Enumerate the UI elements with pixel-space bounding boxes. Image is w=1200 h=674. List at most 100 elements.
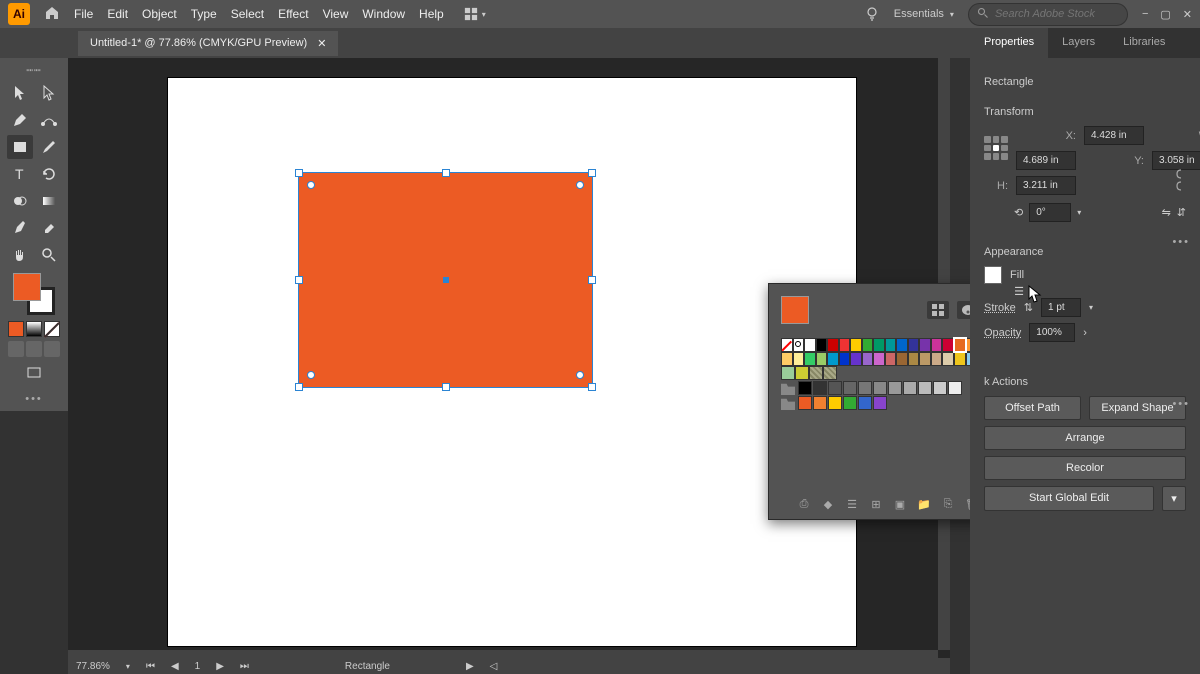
- menu-type[interactable]: Type: [191, 7, 217, 21]
- swatch[interactable]: [918, 381, 932, 395]
- swatch[interactable]: [843, 381, 857, 395]
- chevron-down-icon[interactable]: ▾: [126, 662, 130, 671]
- selection-handle[interactable]: [295, 276, 303, 284]
- last-artboard-icon[interactable]: ⏭: [240, 661, 249, 672]
- swatch[interactable]: [804, 338, 816, 352]
- swatch[interactable]: [816, 338, 828, 352]
- menu-select[interactable]: Select: [231, 7, 264, 21]
- swatch-pattern[interactable]: [823, 366, 837, 380]
- swatch[interactable]: [948, 381, 962, 395]
- curvature-tool[interactable]: [36, 108, 62, 132]
- swatch[interactable]: [828, 381, 842, 395]
- color-option[interactable]: [8, 321, 24, 337]
- draw-normal[interactable]: [8, 341, 24, 357]
- play-icon[interactable]: ▶: [466, 661, 474, 672]
- workspace-selector[interactable]: Essentials ▾: [894, 8, 954, 20]
- corner-widget[interactable]: [576, 181, 584, 189]
- zoom-level[interactable]: 77.86%: [76, 661, 110, 672]
- corner-widget[interactable]: [307, 181, 315, 189]
- shape-builder-tool[interactable]: [7, 189, 33, 213]
- menu-file[interactable]: File: [74, 7, 93, 21]
- swatch[interactable]: [813, 396, 827, 410]
- swatch[interactable]: [873, 396, 887, 410]
- more-options-icon[interactable]: •••: [1172, 398, 1190, 410]
- global-edit-menu-button[interactable]: ▾: [1162, 486, 1186, 511]
- arrange-docs-icon[interactable]: ▾: [464, 7, 486, 21]
- swatch[interactable]: [954, 338, 966, 352]
- selection-handle[interactable]: [295, 169, 303, 177]
- chevron-down-icon[interactable]: ▾: [1089, 303, 1093, 312]
- home-icon[interactable]: [44, 5, 60, 24]
- search-stock[interactable]: [968, 3, 1128, 26]
- swatch[interactable]: [828, 396, 842, 410]
- swatch[interactable]: [885, 338, 897, 352]
- swatch[interactable]: [931, 338, 943, 352]
- swatch[interactable]: [813, 381, 827, 395]
- reference-point[interactable]: [984, 136, 1008, 160]
- eyedropper-tool[interactable]: [7, 216, 33, 240]
- back-icon[interactable]: ◁: [490, 661, 498, 672]
- swatch[interactable]: [862, 338, 874, 352]
- opacity-field[interactable]: [1029, 323, 1075, 342]
- swatch[interactable]: [908, 352, 920, 366]
- folder-icon[interactable]: [781, 396, 795, 410]
- swatch[interactable]: [933, 381, 947, 395]
- stroke-weight-field[interactable]: [1041, 298, 1081, 317]
- new-color-group-icon[interactable]: ⊞: [869, 497, 883, 511]
- corner-widget[interactable]: [576, 371, 584, 379]
- selection-handle[interactable]: [588, 383, 596, 391]
- offset-path-button[interactable]: Offset Path: [984, 396, 1081, 420]
- selection-handle[interactable]: [295, 383, 303, 391]
- swatch-none[interactable]: [781, 338, 793, 352]
- rectangle-tool[interactable]: [7, 135, 33, 159]
- swatch[interactable]: [931, 352, 943, 366]
- swatch[interactable]: [804, 352, 816, 366]
- swatch[interactable]: [908, 338, 920, 352]
- menu-help[interactable]: Help: [419, 7, 444, 21]
- lightbulb-icon[interactable]: [864, 5, 880, 24]
- swatch[interactable]: [843, 396, 857, 410]
- minimize-button[interactable]: −: [1142, 8, 1148, 21]
- selection-handle[interactable]: [588, 276, 596, 284]
- selection-handle[interactable]: [442, 169, 450, 177]
- chevron-right-icon[interactable]: ›: [1083, 327, 1087, 339]
- swatch[interactable]: [816, 352, 828, 366]
- screen-mode[interactable]: [21, 361, 47, 385]
- fill-color[interactable]: [13, 273, 41, 301]
- tab-layers[interactable]: Layers: [1048, 28, 1109, 58]
- hand-tool[interactable]: [7, 243, 33, 267]
- swatch[interactable]: [903, 381, 917, 395]
- fill-chip[interactable]: [984, 266, 1002, 284]
- link-icon[interactable]: ⎘: [941, 497, 955, 511]
- prev-artboard-icon[interactable]: ◀: [171, 661, 179, 672]
- artboard[interactable]: [168, 78, 856, 646]
- maximize-button[interactable]: ▢: [1160, 8, 1170, 21]
- swatch[interactable]: [827, 338, 839, 352]
- x-field[interactable]: [1084, 126, 1144, 145]
- eraser-tool[interactable]: [36, 216, 62, 240]
- start-global-edit-button[interactable]: Start Global Edit: [984, 486, 1154, 511]
- swatch[interactable]: [781, 352, 793, 366]
- selection-tool[interactable]: [7, 81, 33, 105]
- swatch[interactable]: [827, 352, 839, 366]
- menu-view[interactable]: View: [323, 7, 349, 21]
- rotation-field[interactable]: [1029, 203, 1071, 222]
- rotate-tool[interactable]: [36, 162, 62, 186]
- gradient-tool[interactable]: [36, 189, 62, 213]
- swatch[interactable]: [873, 352, 885, 366]
- swatch[interactable]: [850, 338, 862, 352]
- swatch[interactable]: [919, 352, 931, 366]
- swatch[interactable]: [942, 352, 954, 366]
- swatch-registration[interactable]: [793, 338, 805, 352]
- corner-widget[interactable]: [307, 371, 315, 379]
- list-icon[interactable]: ☰: [1014, 285, 1024, 298]
- folder-icon[interactable]: [781, 381, 795, 395]
- recolor-button[interactable]: Recolor: [984, 456, 1186, 480]
- paintbrush-tool[interactable]: [36, 135, 62, 159]
- next-artboard-icon[interactable]: ▶: [216, 661, 224, 672]
- w-field[interactable]: [1016, 151, 1076, 170]
- draw-behind[interactable]: [26, 341, 42, 357]
- swatch[interactable]: [896, 338, 908, 352]
- show-swatch-kinds-icon[interactable]: ◆: [821, 497, 835, 511]
- swatch[interactable]: [795, 366, 809, 380]
